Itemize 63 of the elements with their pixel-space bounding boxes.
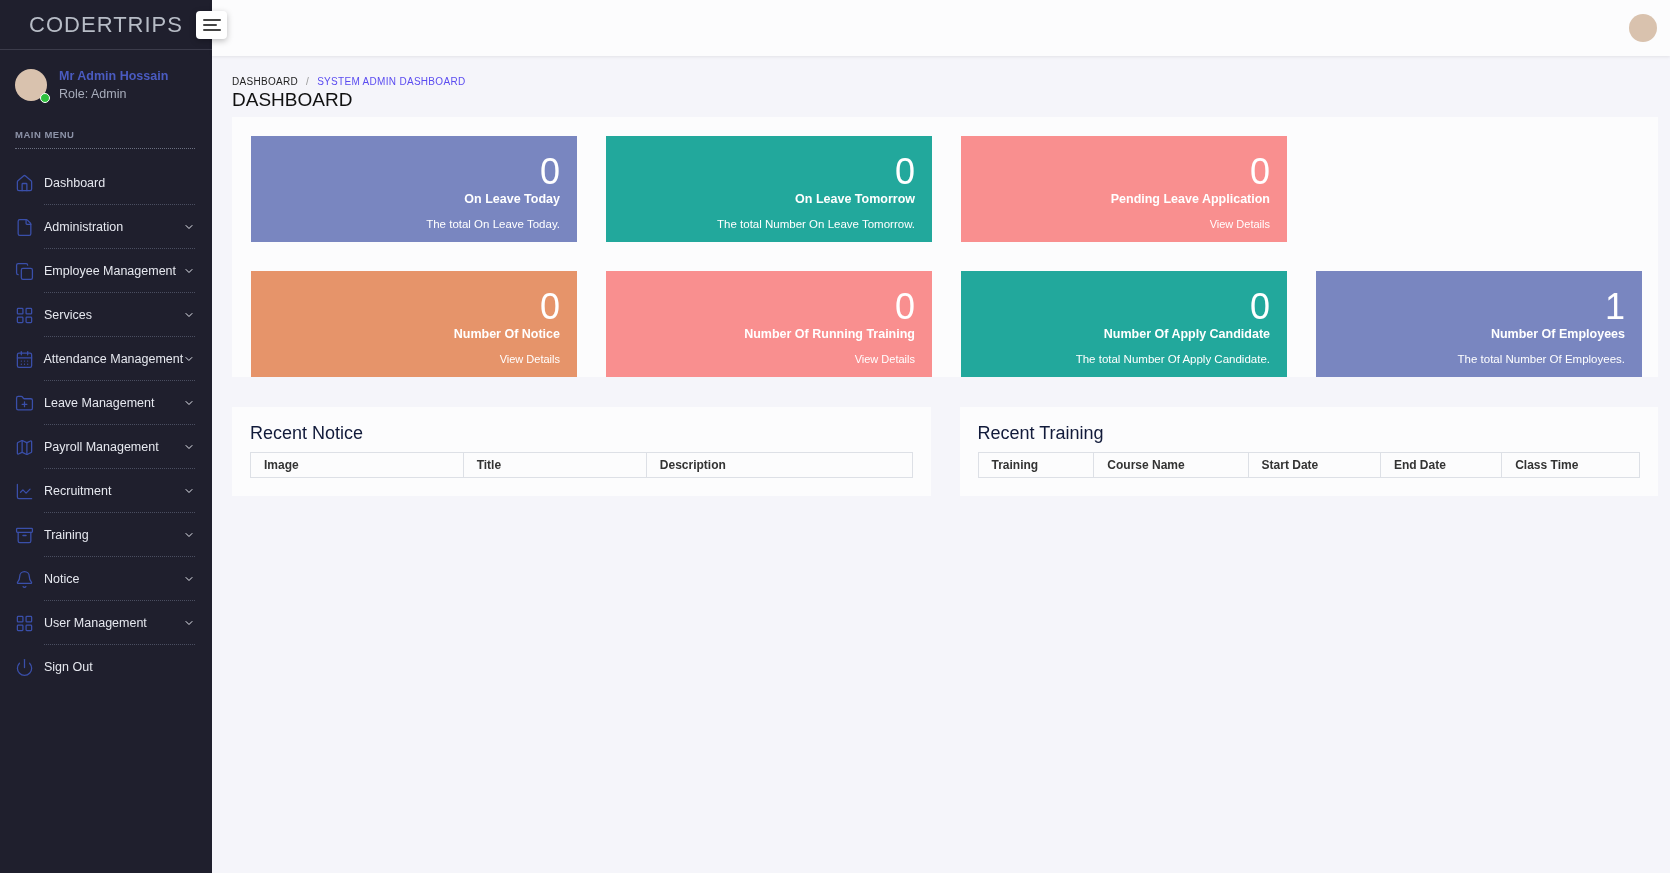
stat-value: 0 [1249,154,1270,190]
stat-value: 1 [1604,289,1625,325]
sidebar-item[interactable]: Payroll Management [15,425,195,469]
stat-description: The total Number Of Employees. [1457,353,1625,365]
column-header: Class Time [1501,452,1640,478]
stat-description: The total Number On Leave Tomorrow. [717,218,915,230]
home-icon [15,173,34,193]
stat-value: 0 [539,289,560,325]
bell-icon [15,569,34,589]
column-header: Description [646,452,912,478]
stat-title: Number Of Running Training [744,327,915,341]
user-role: Role: Admin [59,87,128,101]
sidebar-item[interactable]: Notice [15,557,195,601]
sidebar-item[interactable]: Attendance Management [15,337,195,381]
sidebar-item[interactable]: User Management [15,601,195,645]
stat-description: The total Number Of Apply Candidate. [1075,353,1270,365]
stat-title: Number Of Notice [453,327,560,341]
brand-logo: CODERTRIPS [29,11,183,38]
stat-title: Pending Leave Application [1110,192,1270,206]
column-header: Course Name [1093,452,1249,478]
stat-title: Number Of Apply Candidate [1103,327,1270,341]
breadcrumb-separator: / [306,76,310,87]
folder-plus-icon [15,393,34,413]
sidebar-item[interactable]: Training [15,513,195,557]
panel-title: Recent Notice [250,423,365,444]
sidebar-item[interactable]: Sign Out [15,645,195,689]
sidebar-item[interactable]: Employee Management [15,249,195,293]
breadcrumb-link[interactable]: DASHBOARD [232,76,299,87]
stat-value: 0 [894,289,915,325]
column-header: Title [463,452,647,478]
sidebar-item[interactable]: Recruitment [15,469,195,513]
file-icon [15,217,34,237]
line-chart-icon [15,481,34,501]
panel-title: Recent Training [977,423,1105,444]
menu-heading: MAIN MENU [15,129,195,149]
user-avatar [15,69,47,101]
user-name: Mr Admin Hossain [59,69,169,83]
sidebar-item[interactable]: Dashboard [15,161,195,205]
page-title: DASHBOARD [232,89,354,111]
power-icon [15,657,34,677]
column-header: Training [978,452,1094,478]
stat-description: The total On Leave Today. [426,218,560,230]
archive-icon [15,525,34,545]
column-header: Start Date [1248,452,1381,478]
sidebar-item[interactable]: Services [15,293,195,337]
stat-value: 0 [539,154,560,190]
pages-icon [15,261,34,281]
sidebar-item[interactable]: Administration [15,205,195,249]
stat-value: 0 [894,154,915,190]
column-header: Image [250,452,464,478]
grid-icon [15,613,34,633]
map-icon [15,437,34,457]
breadcrumb-link[interactable]: SYSTEM ADMIN DASHBOARD [317,76,466,87]
stat-title: On Leave Tomorrow [795,192,915,206]
sidebar-item[interactable]: Leave Management [15,381,195,425]
grid-icon [15,305,34,325]
stat-title: On Leave Today [464,192,560,206]
stat-value: 0 [1249,289,1270,325]
calendar-icon [15,349,34,369]
stat-title: Number Of Employees [1490,327,1625,341]
column-header: End Date [1380,452,1502,478]
menu-icon [202,18,221,32]
menu-button[interactable] [196,11,227,39]
